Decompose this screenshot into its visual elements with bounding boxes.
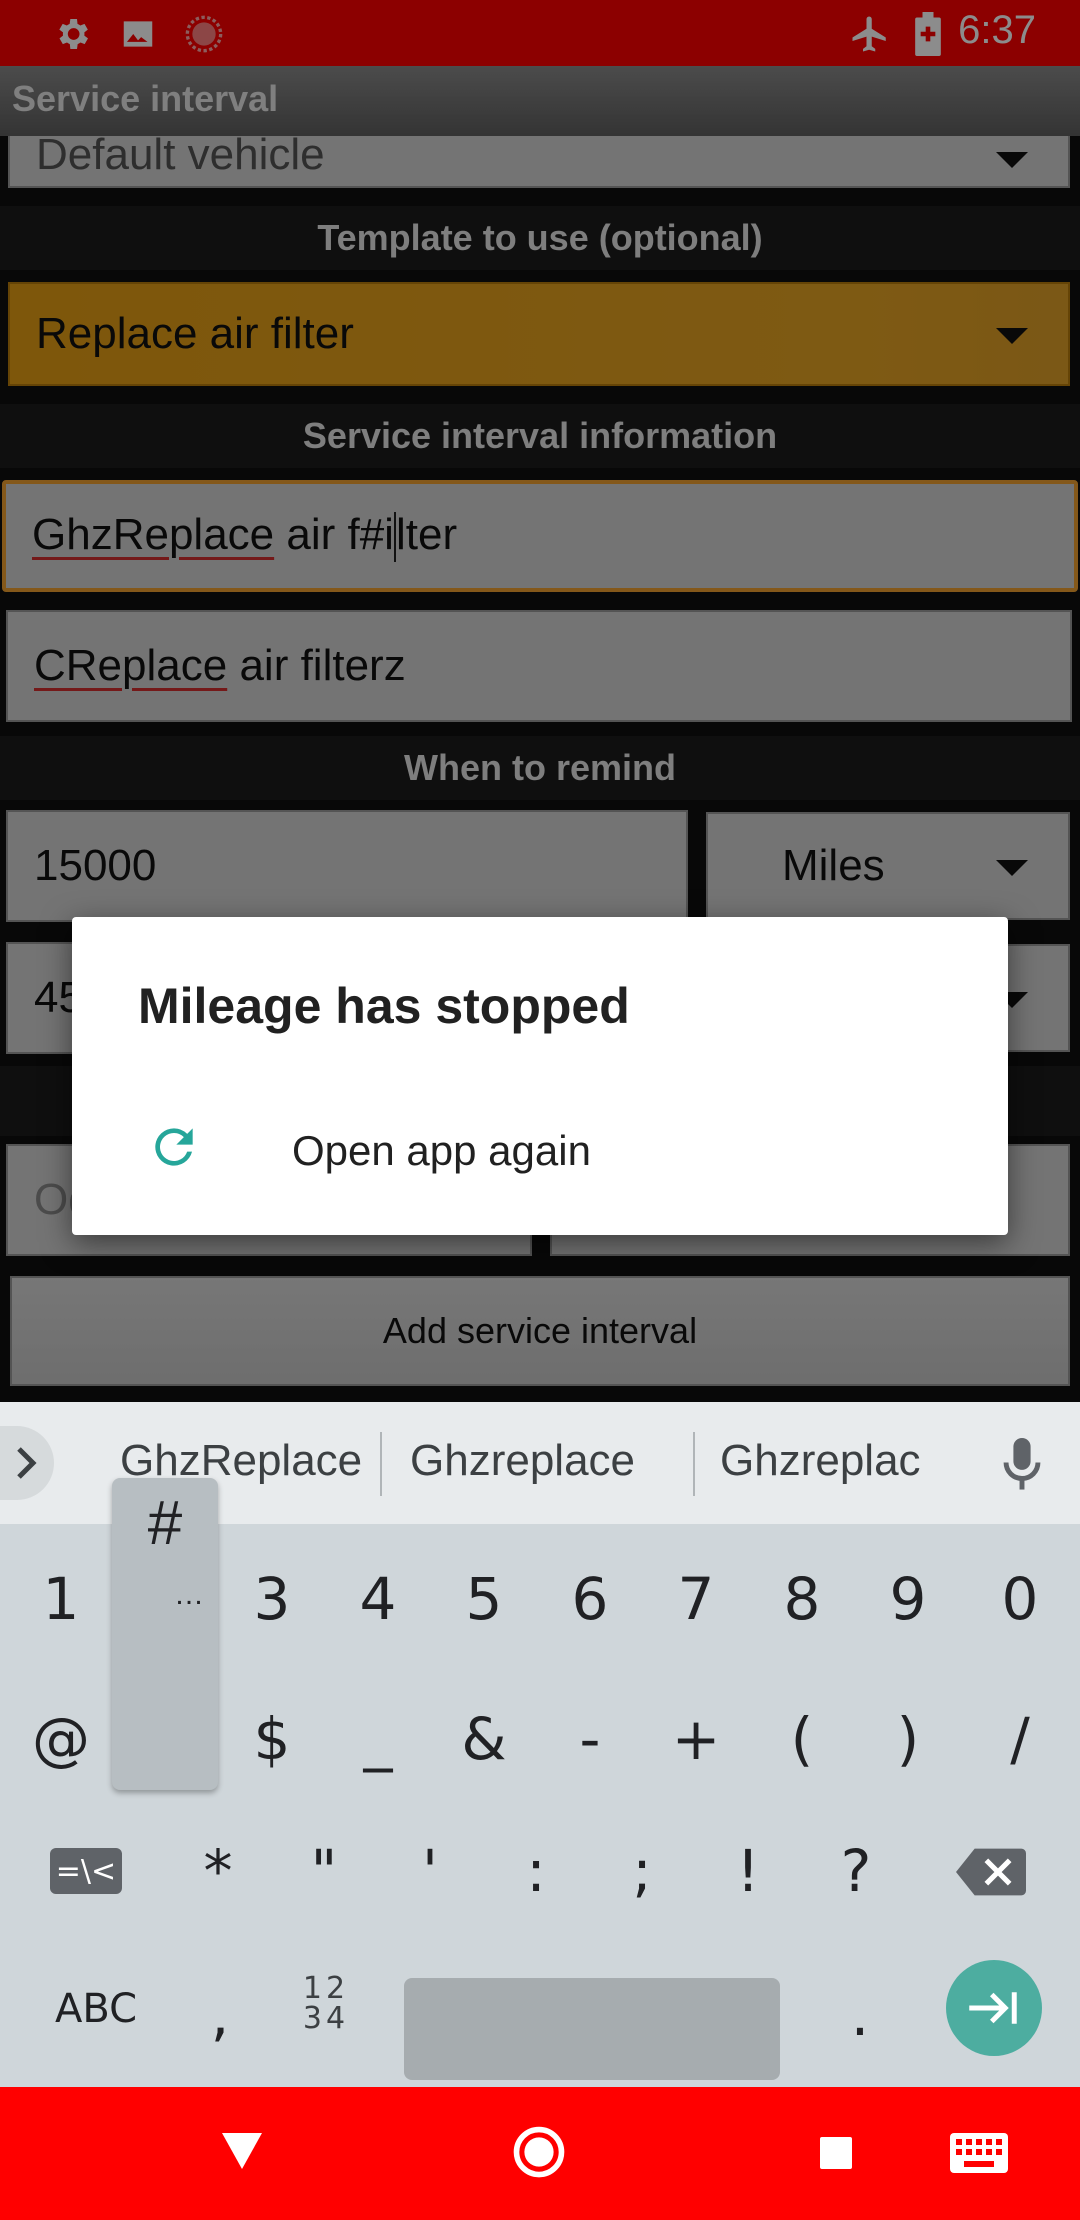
enter-key[interactable] [946,1960,1042,2056]
key-ampersand[interactable]: & [434,1684,534,1794]
key-minus[interactable]: - [540,1684,640,1794]
popup-more-indicator: … [174,1578,204,1611]
refresh-icon [146,1119,202,1175]
key-open-paren[interactable]: ( [752,1684,852,1794]
popup-key-hash: # [147,1489,183,1558]
home-icon[interactable] [512,2125,566,2184]
navigation-bar [0,2087,1080,2220]
key-7[interactable]: 7 [646,1544,746,1654]
key-6[interactable]: 6 [540,1544,640,1654]
abc-key[interactable]: ABC [36,1954,156,2064]
key-colon[interactable]: : [486,1816,586,1926]
microphone-icon[interactable] [1000,1438,1044,1497]
key-plus[interactable]: + [646,1684,746,1794]
space-bar[interactable] [404,1978,780,2080]
key-9[interactable]: 9 [858,1544,958,1654]
key-close-paren[interactable]: ) [858,1684,958,1794]
app-stopped-dialog: Mileage has stopped Open app again [72,917,1008,1235]
suggestion-2[interactable]: Ghzreplace [410,1436,635,1486]
key-4[interactable]: 4 [328,1544,428,1654]
more-symbols-key[interactable]: =\< [50,1848,122,1894]
dialog-title: Mileage has stopped [138,978,630,1034]
key-double-quote[interactable]: " [274,1816,374,1926]
suggestion-divider [380,1432,382,1496]
key-5[interactable]: 5 [434,1544,534,1654]
key-underscore[interactable]: _ [328,1684,428,1794]
suggestion-3[interactable]: Ghzreplac [720,1436,921,1486]
key-slash[interactable]: / [970,1684,1070,1794]
back-icon[interactable] [222,2133,262,2174]
key-exclamation[interactable]: ! [698,1816,798,1926]
key-8[interactable]: 8 [752,1544,852,1654]
backspace-icon [956,1848,1026,1896]
key-period[interactable]: . [810,1960,910,2070]
key-dollar[interactable]: $ [222,1684,322,1794]
key-semicolon[interactable]: ; [592,1816,692,1926]
numpad-key[interactable]: 12 34 [296,1974,356,2034]
chevron-right-icon [17,1447,37,1479]
expand-suggestions-button[interactable] [0,1426,54,1500]
key-question[interactable]: ? [806,1816,906,1926]
key-at[interactable]: @ [11,1684,111,1794]
recents-icon[interactable] [818,2135,854,2176]
key-comma[interactable]: , [170,1960,270,2070]
key-single-quote[interactable]: ' [380,1816,480,1926]
key-3[interactable]: 3 [222,1544,322,1654]
key-1[interactable]: 1 [11,1544,111,1654]
key-0[interactable]: 0 [970,1544,1070,1654]
backspace-key[interactable] [956,1848,1026,1901]
open-app-again-button[interactable]: Open app again [72,1097,1008,1207]
tab-next-icon [969,1992,1017,2024]
key-asterisk[interactable]: * [168,1816,268,1926]
key-popup[interactable]: # … [112,1478,218,1790]
keyboard-switch-icon[interactable] [950,2133,1008,2178]
suggestion-divider [693,1432,695,1496]
